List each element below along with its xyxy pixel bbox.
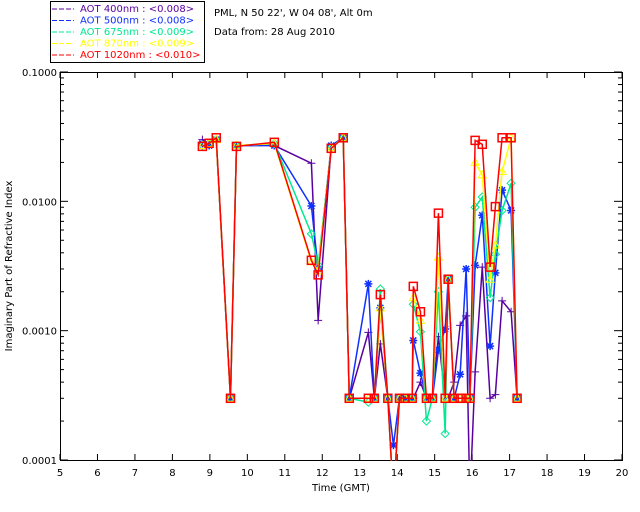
series-line [202, 136, 518, 461]
data-point-star [456, 370, 465, 379]
plot-frame [60, 72, 623, 461]
data-point-triangle [389, 495, 397, 502]
date-label: Data from: 28 Aug 2010 [214, 27, 335, 38]
legend-entry: AOT 1020nm : <0.010> [80, 50, 200, 61]
x-tick-label: 8 [169, 468, 175, 479]
data-point-star [486, 342, 495, 351]
x-tick-label: 14 [391, 468, 404, 479]
axes: 5 6 7 8 9 10 11 12 13 14 15 16 17 18 19 20 0.0001 0.0010 0… [22, 68, 628, 479]
data-point-diamond [389, 495, 397, 503]
x-tick-label: 20 [616, 468, 629, 479]
legend-entry: AOT 870nm : <0.009> [80, 39, 194, 50]
x-tick-label: 9 [207, 468, 213, 479]
data-point-star [364, 279, 373, 288]
data-point-plus [389, 495, 397, 503]
data-point-star [462, 264, 471, 273]
chart: AOT 400nm : <0.008>AOT 500nm : <0.008>AO… [4, 1, 628, 503]
series-line [202, 136, 518, 461]
y-tick-label: 0.0100 [22, 197, 57, 208]
legend-entry: AOT 675nm : <0.009> [80, 27, 194, 38]
series-line [201, 136, 518, 461]
y-tick-label: 0.0001 [22, 456, 57, 467]
x-tick-label: 6 [94, 468, 100, 479]
x-tick-label: 12 [316, 468, 329, 479]
y-tick-label: 0.0010 [22, 327, 57, 338]
x-tick-label: 19 [578, 468, 591, 479]
data-point-star [498, 186, 507, 195]
data-point-plus [471, 367, 480, 376]
x-axis-label: Time (GMT) [311, 483, 370, 494]
y-axis-label: Imaginary Part of Refractive Index [4, 181, 15, 352]
legend-entry: AOT 400nm : <0.008> [80, 4, 194, 15]
y-tick-label: 0.1000 [22, 68, 57, 79]
site-label: PML, N 50 22', W 04 08', Alt 0m [214, 8, 373, 19]
x-tick-label: 5 [57, 468, 63, 479]
x-tick-label: 7 [132, 468, 138, 479]
x-tick-label: 11 [278, 468, 291, 479]
x-tick-label: 16 [466, 468, 479, 479]
x-tick-label: 18 [541, 468, 554, 479]
x-tick-label: 15 [428, 468, 441, 479]
data-point-plus [307, 159, 316, 168]
data-point-plus [314, 316, 323, 325]
x-tick-label: 13 [353, 468, 366, 479]
data-point-plus [466, 495, 474, 503]
x-tick-label: 17 [503, 468, 516, 479]
x-tick-label: 10 [241, 468, 254, 479]
data-point-star [307, 202, 316, 211]
legend-entry: AOT 500nm : <0.008> [80, 16, 194, 27]
series-line [202, 136, 518, 461]
data-point-square [389, 495, 397, 503]
plot-area [197, 132, 522, 503]
